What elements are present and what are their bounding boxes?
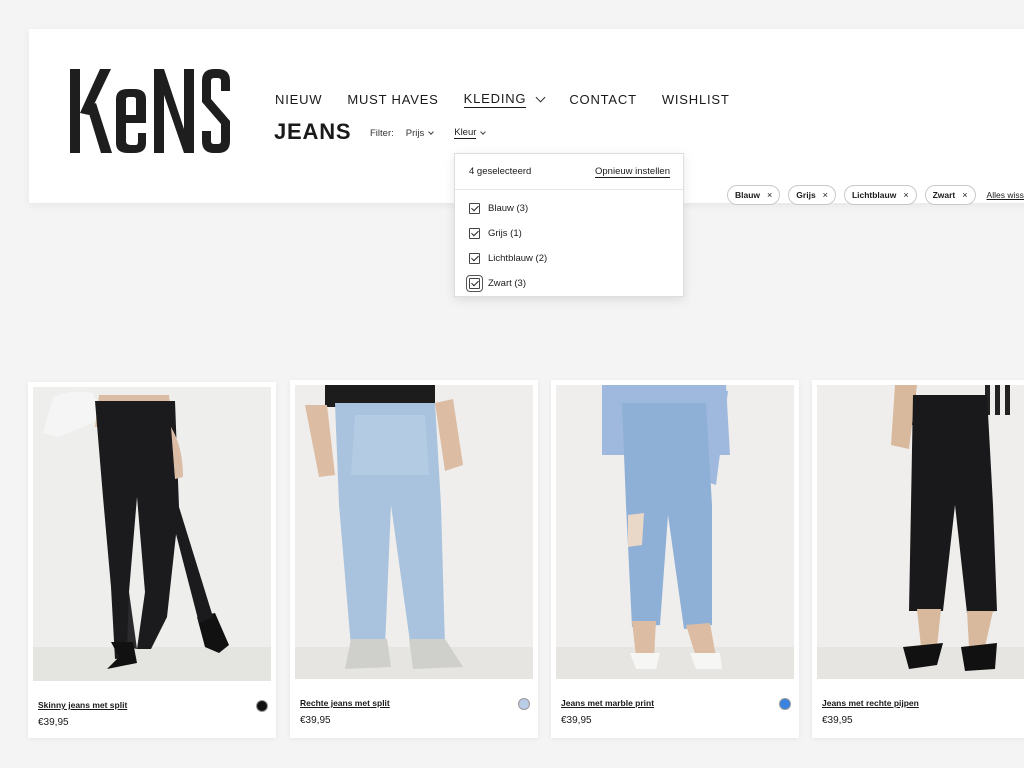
filter-color-label: Kleur [454, 127, 477, 139]
checkbox-checked[interactable] [469, 253, 480, 264]
filter-chip-blauw[interactable]: Blauw × [727, 185, 781, 205]
product-price: €39,95 [561, 715, 592, 726]
nav-item-wishlist[interactable]: WISHLIST [662, 92, 730, 107]
nav-item-contact[interactable]: CONTACT [569, 92, 636, 107]
filter-chip-grijs[interactable]: Grijs × [788, 185, 836, 205]
product-price: €39,95 [38, 717, 69, 728]
product-card[interactable]: Skinny jeans met split €39,95 [28, 382, 276, 738]
nav-label: KLEDING [463, 90, 527, 108]
nav-label: CONTACT [569, 91, 637, 107]
option-label: Zwart (3) [488, 278, 526, 289]
nav-label: WISHLIST [661, 91, 730, 107]
color-option-grijs[interactable]: Grijs (1) [455, 221, 683, 246]
product-price: €39,95 [300, 715, 331, 726]
option-label: Lichtblauw (2) [488, 253, 548, 264]
close-icon[interactable]: × [903, 190, 908, 200]
nav-item-must-haves[interactable]: MUST HAVES [347, 92, 438, 107]
product-card[interactable]: Jeans met rechte pijpen €39,95 [812, 380, 1024, 738]
product-name[interactable]: Skinny jeans met split [38, 700, 127, 710]
reset-filter-link[interactable]: Opnieuw instellen [595, 166, 670, 178]
main-nav: NIEUW MUST HAVES KLEDING CONTACT WISHLIS… [275, 90, 755, 108]
chevron-down-icon [480, 128, 487, 135]
chip-label: Grijs [796, 190, 816, 200]
product-photo-straight-black [817, 385, 1024, 679]
filter-price-button[interactable]: Prijs [405, 127, 435, 139]
product-price: €39,95 [822, 715, 853, 726]
brand-logo-graphic [70, 69, 230, 153]
chip-label: Blauw [735, 190, 761, 200]
filter-bar: Filter: Prijs Kleur [370, 127, 506, 139]
checkbox-checked[interactable] [466, 275, 483, 292]
product-image[interactable] [817, 385, 1024, 679]
product-image[interactable] [556, 385, 794, 679]
color-swatch[interactable] [518, 698, 530, 710]
active-filter-chips: Blauw × Grijs × Lichtblauw × Zwart × Alles w… [727, 185, 1024, 205]
product-image[interactable] [33, 387, 271, 681]
dropdown-header: 4 geselecteerd Opnieuw instellen [455, 154, 683, 190]
chip-label: Lichtblauw [851, 190, 897, 200]
product-card[interactable]: Jeans met marble print €39,95 [551, 380, 799, 738]
option-label: Blauw (3) [488, 203, 529, 214]
close-icon[interactable]: × [823, 190, 828, 200]
close-icon[interactable]: × [767, 190, 772, 200]
product-name[interactable]: Jeans met marble print [561, 698, 654, 708]
color-options-list: Blauw (3) Grijs (1) Lichtblauw (2) Zwart… [455, 190, 683, 296]
clear-all-filters-link[interactable]: Alles wissen [987, 190, 1024, 200]
checkbox-checked[interactable] [469, 228, 480, 239]
product-name[interactable]: Rechte jeans met split [300, 698, 390, 708]
color-filter-dropdown: 4 geselecteerd Opnieuw instellen Blauw (… [454, 153, 684, 297]
product-name[interactable]: Jeans met rechte pijpen [822, 698, 919, 708]
nav-item-nieuw[interactable]: NIEUW [275, 92, 322, 107]
checkbox-checked[interactable] [469, 203, 480, 214]
chip-label: Zwart [932, 190, 956, 200]
chevron-down-icon[interactable] [535, 92, 546, 102]
close-icon[interactable]: × [962, 190, 967, 200]
product-photo-straight-light [295, 385, 533, 679]
nav-label: NIEUW [275, 91, 323, 107]
product-card[interactable]: Rechte jeans met split €39,95 [290, 380, 538, 738]
nav-label: MUST HAVES [347, 91, 439, 107]
color-option-lichtblauw[interactable]: Lichtblauw (2) [455, 246, 683, 271]
nav-item-kleding[interactable]: KLEDING [463, 90, 546, 108]
color-option-zwart[interactable]: Zwart (3) [455, 271, 683, 296]
filter-chip-lichtblauw[interactable]: Lichtblauw × [843, 185, 917, 205]
filter-price-label: Prijs [405, 127, 425, 139]
color-swatch[interactable] [779, 698, 791, 710]
filter-chip-zwart[interactable]: Zwart × [924, 185, 976, 205]
option-label: Grijs (1) [488, 228, 522, 239]
filter-color-button[interactable]: Kleur [454, 127, 487, 139]
product-photo-marble-print [556, 385, 794, 679]
product-photo-skinny-black [33, 387, 271, 681]
filter-label: Filter: [370, 127, 394, 139]
kensi-logo[interactable] [70, 69, 234, 153]
chevron-down-icon [428, 128, 435, 135]
color-swatch[interactable] [256, 700, 268, 712]
selected-count: 4 geselecteerd [469, 166, 532, 177]
page-title: JEANS [274, 119, 352, 144]
color-option-blauw[interactable]: Blauw (3) [455, 196, 683, 221]
product-image[interactable] [295, 385, 533, 679]
